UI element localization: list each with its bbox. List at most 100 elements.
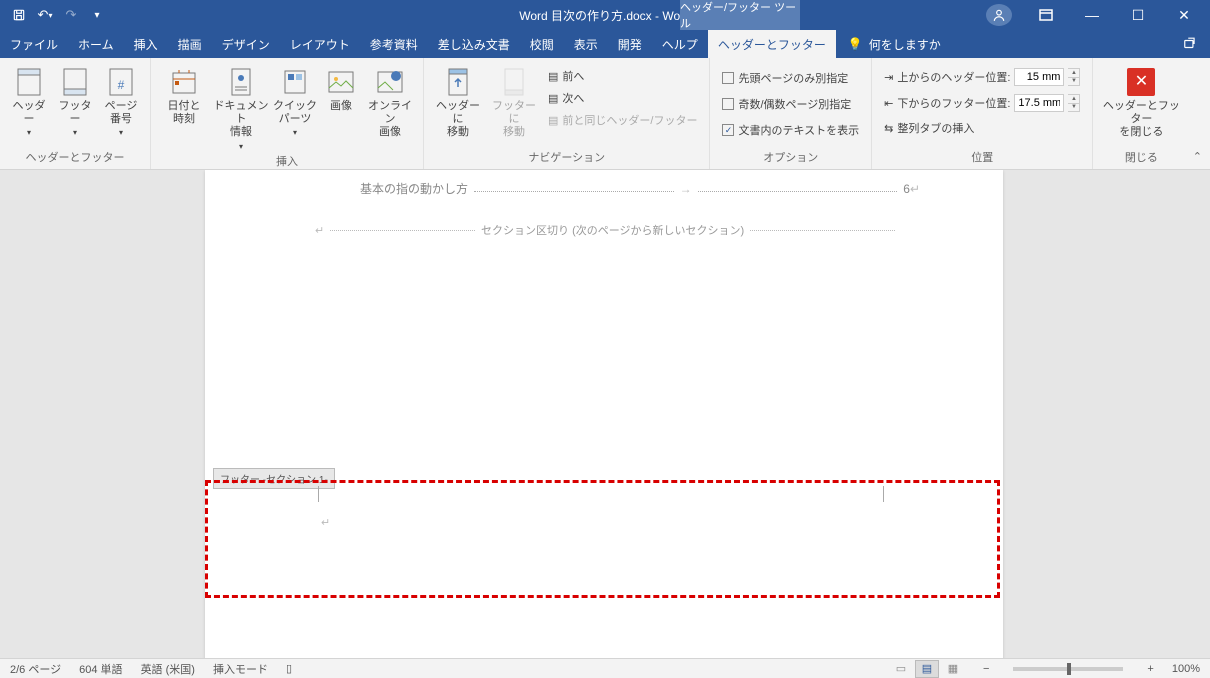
page-number-button[interactable]: #ページ 番号▾ <box>100 62 142 138</box>
account-icon[interactable] <box>986 4 1012 26</box>
header-position-input[interactable] <box>1014 68 1064 86</box>
group-label: 位置 <box>880 147 1084 169</box>
save-icon[interactable] <box>8 4 30 26</box>
image-button[interactable]: 画像 <box>321 62 361 113</box>
footer-spinner[interactable]: ▲▼ <box>1068 94 1080 112</box>
tab-draw[interactable]: 描画 <box>168 30 212 58</box>
next-button[interactable]: ▤次へ <box>544 88 701 108</box>
tab-developer[interactable]: 開発 <box>608 30 652 58</box>
group-navigation: ヘッダーに 移動 フッターに 移動 ▤前へ ▤次へ ▤前と同じヘッダー/フッター… <box>424 58 710 169</box>
section-break-marker: ↵セクション区切り (次のページから新しいセクション) <box>315 222 895 238</box>
group-label: ナビゲーション <box>432 147 701 169</box>
footer-button[interactable]: フッター▾ <box>54 62 96 138</box>
group-options: 先頭ページのみ別指定 奇数/偶数ページ別指定 文書内のテキストを表示 オプション <box>710 58 872 169</box>
header-icon <box>13 66 45 98</box>
margin-tick-left <box>318 486 319 502</box>
group-label: オプション <box>718 147 863 169</box>
zoom-out-icon[interactable]: − <box>983 663 989 675</box>
link-icon: ▤ <box>548 114 558 127</box>
prev-icon: ▤ <box>548 70 558 83</box>
footer-position-icon: ⇤ <box>884 97 893 110</box>
share-icon[interactable] <box>1170 30 1210 58</box>
collapse-ribbon-icon[interactable]: ⌃ <box>1193 150 1202 163</box>
header-button[interactable]: ヘッダー▾ <box>8 62 50 138</box>
quick-access-toolbar: ↶ ▾ ↷ ▾ <box>0 4 108 26</box>
next-icon: ▤ <box>548 92 558 105</box>
margin-tick-right <box>883 486 884 502</box>
tab-help[interactable]: ヘルプ <box>652 30 708 58</box>
footer-position-input[interactable] <box>1014 94 1064 112</box>
ribbon-tabs: ファイル ホーム 挿入 描画 デザイン レイアウト 参考資料 差し込み文書 校閲… <box>0 30 1210 58</box>
language-status[interactable]: 英語 (米国) <box>141 661 195 677</box>
document-page[interactable]: 基本の指の動かし方 → 6↵ ↵セクション区切り (次のページから新しいセクショ… <box>205 170 1003 658</box>
tab-mailings[interactable]: 差し込み文書 <box>428 30 520 58</box>
online-picture-icon <box>374 66 406 98</box>
group-position: ⇥上からのヘッダー位置:▲▼ ⇤下からのフッター位置:▲▼ ⇆整列タブの挿入 位… <box>872 58 1093 169</box>
close-icon[interactable]: ✕ <box>1162 0 1206 30</box>
contextual-tab-label: ヘッダー/フッター ツール <box>680 0 800 30</box>
align-tab-button[interactable]: ⇆整列タブの挿入 <box>880 118 1084 138</box>
lightbulb-icon: 💡 <box>848 37 863 51</box>
group-label: 閉じる <box>1101 147 1181 169</box>
group-insert: 日付と 時刻 ドキュメント 情報▾ クイック パーツ▾ 画像 オンライン 画像 … <box>151 58 424 169</box>
online-image-button[interactable]: オンライン 画像 <box>365 62 415 140</box>
align-tab-icon: ⇆ <box>884 122 893 135</box>
different-first-page-checkbox[interactable]: 先頭ページのみ別指定 <box>718 68 863 88</box>
goto-header-button[interactable]: ヘッダーに 移動 <box>432 62 484 140</box>
different-odd-even-checkbox[interactable]: 奇数/偶数ページ別指定 <box>718 94 863 114</box>
ribbon: ヘッダー▾ フッター▾ #ページ 番号▾ ヘッダーとフッター 日付と 時刻 ドキ… <box>0 58 1210 170</box>
tell-me-label: 何をしますか <box>869 36 941 53</box>
close-header-footer-button[interactable]: ✕ヘッダーとフッター を閉じる <box>1101 62 1181 140</box>
header-position-row: ⇥上からのヘッダー位置:▲▼ <box>880 66 1084 88</box>
zoom-slider[interactable] <box>1013 667 1123 671</box>
group-close: ✕ヘッダーとフッター を閉じる 閉じる <box>1093 58 1189 169</box>
tab-view[interactable]: 表示 <box>564 30 608 58</box>
cursor-mark: ↵ <box>321 516 330 529</box>
goto-footer-button: フッターに 移動 <box>488 62 540 140</box>
web-layout-icon[interactable]: ▦ <box>941 660 965 678</box>
picture-icon <box>325 66 357 98</box>
maximize-icon[interactable]: ☐ <box>1116 0 1160 30</box>
undo-icon[interactable]: ↶ ▾ <box>34 4 56 26</box>
quickparts-button[interactable]: クイック パーツ▾ <box>273 62 317 138</box>
page-number-icon: # <box>105 66 137 98</box>
show-document-text-checkbox[interactable]: 文書内のテキストを表示 <box>718 120 863 140</box>
close-x-icon: ✕ <box>1125 66 1157 98</box>
tab-references[interactable]: 参考資料 <box>360 30 428 58</box>
tab-home[interactable]: ホーム <box>68 30 124 58</box>
minimize-icon[interactable]: — <box>1070 0 1114 30</box>
docinfo-button[interactable]: ドキュメント 情報▾ <box>213 62 269 151</box>
read-mode-icon[interactable]: ▭ <box>889 660 913 678</box>
datetime-button[interactable]: 日付と 時刻 <box>159 62 209 126</box>
tab-review[interactable]: 校閲 <box>520 30 564 58</box>
macro-record-icon[interactable]: ▯ <box>286 662 292 675</box>
zoom-level[interactable]: 100% <box>1172 663 1200 675</box>
redo-icon[interactable]: ↷ <box>60 4 82 26</box>
tab-file[interactable]: ファイル <box>0 30 68 58</box>
document-workspace[interactable]: 基本の指の動かし方 → 6↵ ↵セクション区切り (次のページから新しいセクショ… <box>0 170 1210 658</box>
header-position-icon: ⇥ <box>884 71 893 84</box>
prev-button[interactable]: ▤前へ <box>544 66 701 86</box>
goto-header-icon <box>442 66 474 98</box>
qat-customize-icon[interactable]: ▾ <box>86 4 108 26</box>
insert-mode-status[interactable]: 挿入モード <box>213 661 268 677</box>
tab-layout[interactable]: レイアウト <box>280 30 360 58</box>
print-layout-icon[interactable]: ▤ <box>915 660 939 678</box>
group-header-footer: ヘッダー▾ フッター▾ #ページ 番号▾ ヘッダーとフッター <box>0 58 151 169</box>
goto-footer-icon <box>498 66 530 98</box>
header-spinner[interactable]: ▲▼ <box>1068 68 1080 86</box>
word-count[interactable]: 604 単語 <box>79 661 122 677</box>
link-previous-button: ▤前と同じヘッダー/フッター <box>544 110 701 130</box>
tell-me-search[interactable]: 💡 何をしますか <box>836 30 953 58</box>
view-switcher: ▭ ▤ ▦ <box>889 660 965 678</box>
tab-header-footer[interactable]: ヘッダーとフッター <box>708 30 836 58</box>
page-counter[interactable]: 2/6 ページ <box>10 661 61 677</box>
zoom-in-icon[interactable]: + <box>1147 663 1153 675</box>
tab-insert[interactable]: 挿入 <box>124 30 168 58</box>
title-bar: ↶ ▾ ↷ ▾ Word 目次の作り方.docx - Word ヘッダー/フッタ… <box>0 0 1210 30</box>
footer-position-row: ⇤下からのフッター位置:▲▼ <box>880 92 1084 114</box>
ribbon-display-icon[interactable] <box>1024 0 1068 30</box>
document-title: Word 目次の作り方.docx - Word <box>519 7 691 24</box>
window-controls: — ☐ ✕ <box>986 0 1210 30</box>
tab-design[interactable]: デザイン <box>212 30 280 58</box>
